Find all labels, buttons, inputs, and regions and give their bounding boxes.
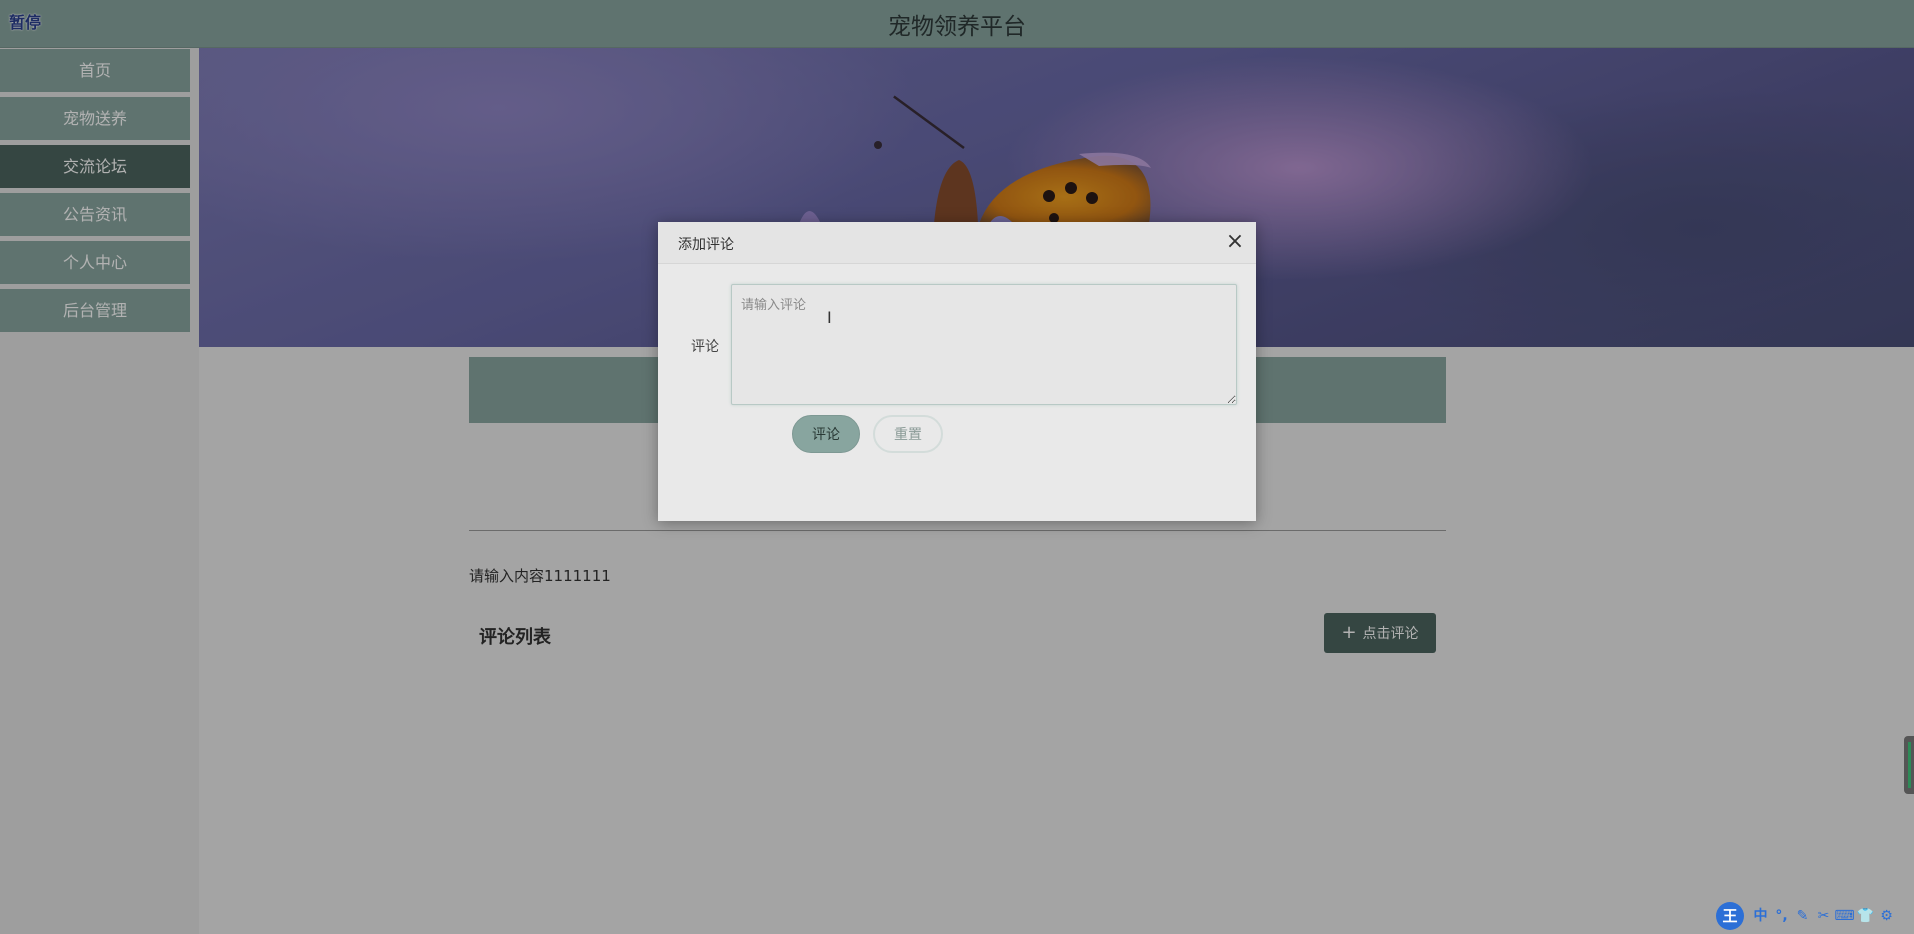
ime-logo-icon[interactable]: 王: [1716, 902, 1744, 930]
page: 暂停 宠物领养平台 首页 宠物送养 交流论坛 公告资讯 个人中心 后台管理 请输…: [0, 0, 1914, 934]
comment-textarea[interactable]: [731, 284, 1237, 405]
ime-chinese-mode-icon[interactable]: 中: [1750, 905, 1771, 927]
ime-punctuation-icon[interactable]: °,: [1771, 905, 1792, 927]
comment-field-label: 评论: [691, 339, 719, 355]
ime-skin-icon[interactable]: 👕: [1855, 905, 1876, 927]
add-comment-dialog: 添加评论 × 评论 评论 重置: [658, 222, 1256, 521]
close-icon[interactable]: ×: [1224, 231, 1246, 253]
ime-keyboard-icon[interactable]: ⌨: [1834, 905, 1855, 927]
ime-scissors-icon[interactable]: ✂: [1813, 905, 1834, 927]
ime-toolbar: 王 中 °, ✎ ✂ ⌨ 👕 ⚙: [1716, 900, 1914, 932]
reset-button[interactable]: 重置: [873, 415, 943, 453]
ime-settings-icon[interactable]: ⚙: [1876, 905, 1897, 927]
ime-handwriting-icon[interactable]: ✎: [1792, 905, 1813, 927]
text-cursor-icon: I: [827, 308, 832, 327]
side-scroll-handle[interactable]: [1904, 736, 1914, 794]
dialog-header: 添加评论 ×: [658, 222, 1256, 264]
scroll-indicator: [1908, 742, 1911, 788]
submit-comment-button[interactable]: 评论: [792, 415, 860, 453]
dialog-title: 添加评论: [678, 237, 734, 253]
